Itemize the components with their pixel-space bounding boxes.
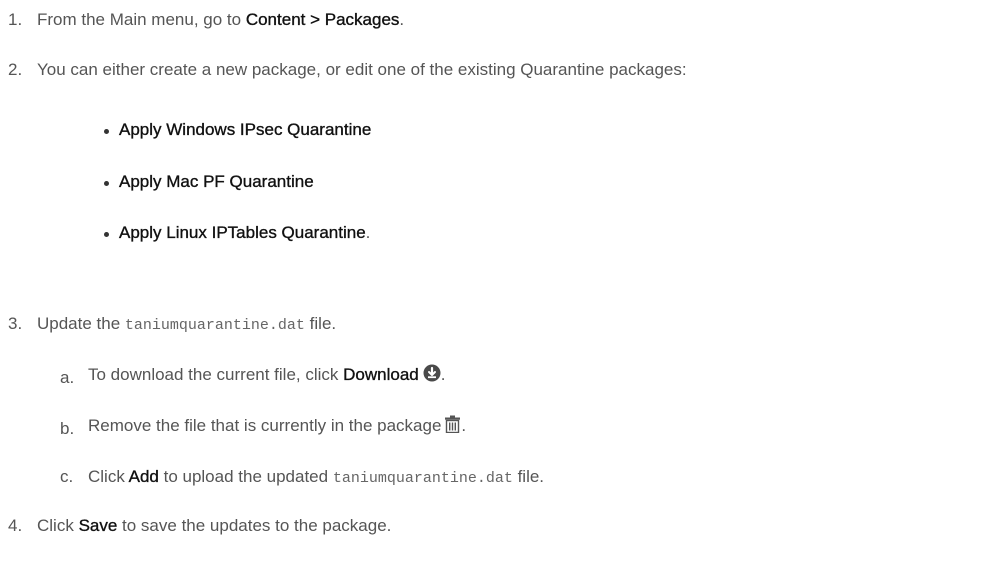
bullet-linux-suffix: . bbox=[365, 223, 371, 242]
step-3-text: Update the taniumquarantine.dat file. bbox=[37, 314, 337, 334]
bullet-item-windows: Apply Windows IPsec Quarantine bbox=[119, 119, 372, 141]
step-4-number: 4. bbox=[8, 516, 23, 535]
filename-code: taniumquarantine.dat bbox=[124, 317, 305, 334]
package-name-windows: Apply Windows IPsec Quarantine bbox=[119, 120, 372, 139]
menu-path: Content > Packages bbox=[245, 10, 400, 29]
trash-icon bbox=[444, 415, 461, 434]
step-4-text: Click Save to save the updates to the pa… bbox=[37, 516, 392, 535]
substep-a-text: To download the current file, click Down… bbox=[88, 364, 446, 384]
step-2-text: You can either create a new package, or … bbox=[37, 60, 687, 79]
download-icon bbox=[423, 364, 441, 382]
bullet-item-mac: Apply Mac PF Quarantine bbox=[119, 171, 314, 193]
add-label: Add bbox=[128, 467, 159, 486]
download-label: Download bbox=[343, 365, 419, 384]
substep-a-letter: a. bbox=[60, 368, 75, 387]
step-2-number: 2. bbox=[8, 60, 23, 79]
package-name-mac: Apply Mac PF Quarantine bbox=[119, 172, 314, 191]
substep-b-letter: b. bbox=[60, 419, 75, 438]
save-label: Save bbox=[78, 516, 118, 535]
step-1-text: From the Main menu, go to Content > Pack… bbox=[37, 9, 404, 31]
bullet-item-linux: Apply Linux IPTables Quarantine. bbox=[119, 222, 371, 244]
package-name-linux: Apply Linux IPTables Quarantine bbox=[119, 223, 366, 242]
substep-c-letter: c. bbox=[60, 467, 74, 486]
bullet-dot bbox=[104, 129, 109, 134]
filename-code: taniumquarantine.dat bbox=[332, 470, 513, 487]
step-1-number: 1. bbox=[8, 10, 23, 29]
step-1-prefix: From the Main menu, go to bbox=[37, 10, 246, 29]
step-3-number: 3. bbox=[8, 314, 23, 333]
bullet-dot bbox=[104, 232, 109, 237]
substep-c-text: Click Add to upload the updated taniumqu… bbox=[88, 467, 545, 487]
step-1-suffix: . bbox=[399, 10, 405, 29]
substep-b-text: Remove the file that is currently in the… bbox=[88, 415, 467, 435]
bullet-dot bbox=[104, 181, 109, 186]
